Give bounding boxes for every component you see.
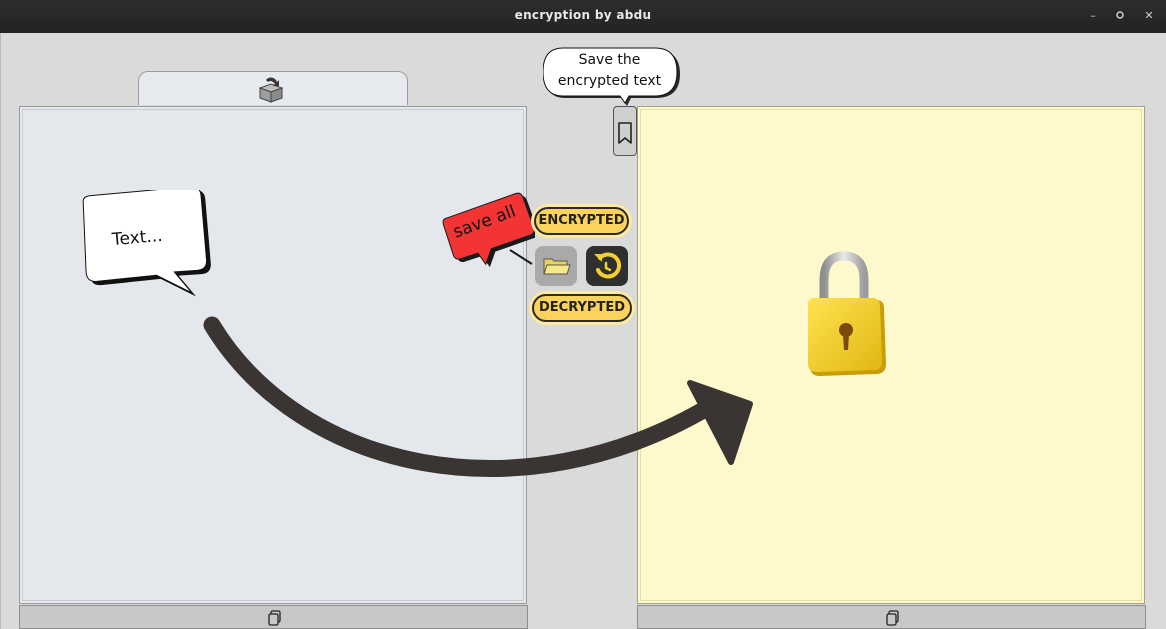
speech-bubble-shape [82, 190, 211, 297]
save-encrypted-button[interactable] [613, 106, 637, 156]
padlock-icon [808, 251, 886, 376]
save-tooltip: Save the encrypted text [543, 46, 680, 106]
encrypt-button[interactable]: ENCRYPTED [534, 207, 629, 235]
save-tooltip-line2: encrypted text [557, 73, 662, 89]
reset-icon [594, 252, 622, 279]
folder-icon [543, 258, 571, 275]
open-folder-button[interactable] [535, 246, 577, 286]
copy-icon [268, 610, 281, 626]
restore-icon [1116, 11, 1124, 19]
copy-bar-left[interactable] [19, 605, 528, 629]
title-bar: encryption by abdu – ✕ [0, 0, 1166, 33]
reset-button[interactable] [586, 246, 628, 286]
close-button[interactable]: ✕ [1142, 9, 1156, 23]
minimize-button[interactable]: – [1086, 9, 1100, 23]
open-box-icon [258, 77, 284, 103]
window-title: encryption by abdu [514, 8, 652, 22]
copy-icon [886, 610, 899, 626]
save-all-button[interactable]: save all [440, 188, 535, 268]
restore-button[interactable] [1113, 9, 1127, 23]
plain-text-area[interactable] [19, 106, 527, 604]
save-tooltip-line1: Save the [578, 52, 641, 68]
copy-bar-right[interactable] [637, 605, 1146, 629]
text-hint-bubble: Text... [76, 190, 211, 305]
decrypt-button[interactable]: DECRYPTED [532, 294, 632, 322]
open-file-tab[interactable] [138, 71, 408, 105]
bookmark-icon [618, 122, 632, 144]
